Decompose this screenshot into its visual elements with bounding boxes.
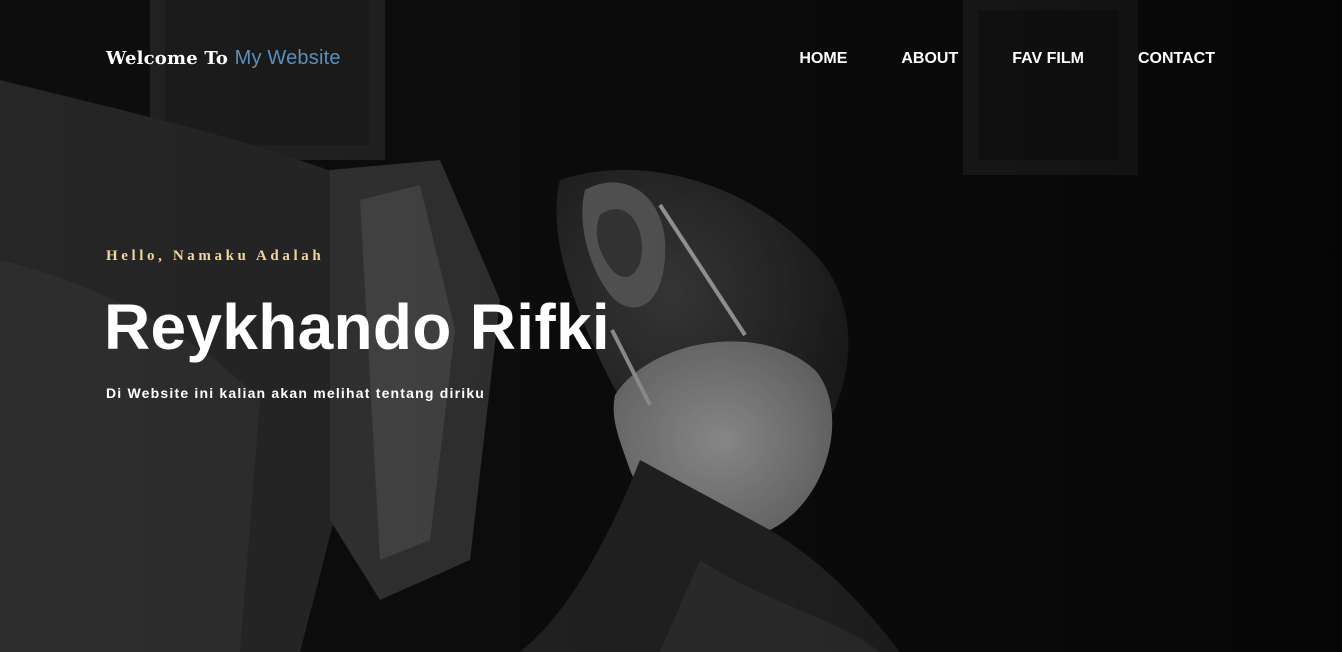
brand-prefix: Welcome To — [106, 48, 229, 69]
hero-tagline: Di Website ini kalian akan melihat tenta… — [106, 385, 486, 401]
nav-link-about[interactable]: ABOUT — [901, 50, 958, 68]
nav-link-contact[interactable]: CONTACT — [1138, 50, 1215, 68]
brand-accent: My Website — [234, 47, 341, 69]
nav-link-fav-film[interactable]: FAV FILM — [1012, 50, 1084, 68]
hero-greeting: Hello, Namaku Adalah — [106, 248, 325, 264]
nav-link-home[interactable]: HOME — [799, 50, 847, 68]
site-brand[interactable]: Welcome To My Website — [106, 47, 341, 70]
hero-name: Reykhando Rifki — [104, 291, 610, 363]
top-navbar: Welcome To My Website HOME ABOUT FAV FIL… — [0, 0, 1342, 120]
hero-section: Welcome To My Website HOME ABOUT FAV FIL… — [0, 0, 1342, 652]
main-nav: HOME ABOUT FAV FILM CONTACT — [799, 50, 1215, 68]
